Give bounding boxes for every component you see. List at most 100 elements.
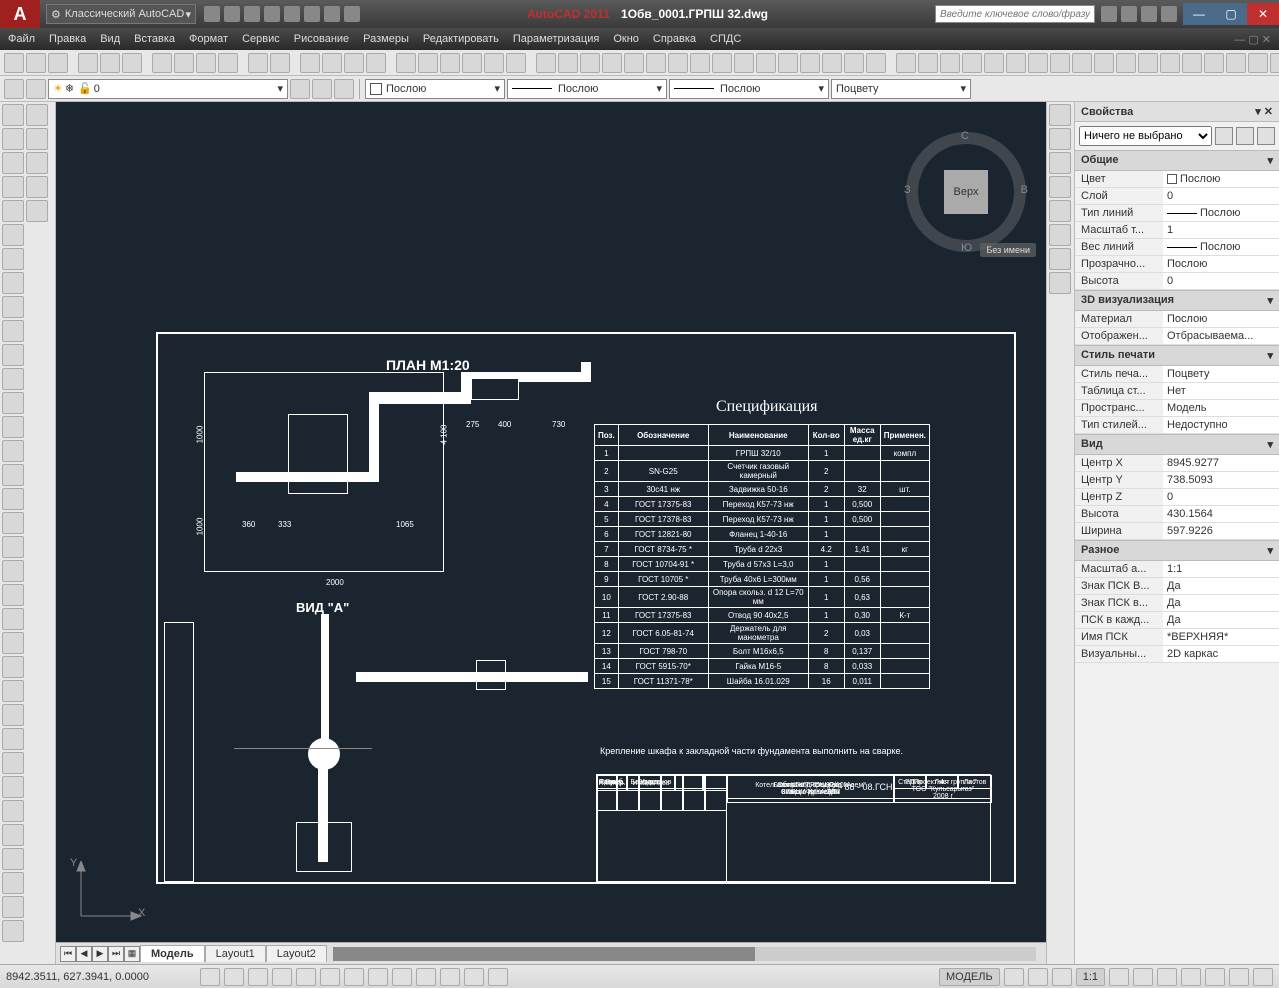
- close-button[interactable]: ✕: [1247, 3, 1279, 25]
- spds-r8[interactable]: [1049, 272, 1071, 294]
- osnap3d-button[interactable]: [320, 968, 340, 986]
- hatch2-button[interactable]: [2, 440, 24, 462]
- polygon-button[interactable]: [2, 176, 24, 198]
- spds6-button[interactable]: [26, 176, 48, 198]
- spds-r3[interactable]: [1049, 152, 1071, 174]
- status-layout-button[interactable]: [1004, 968, 1024, 986]
- pan-button[interactable]: [300, 53, 320, 73]
- offset-button[interactable]: [602, 53, 622, 73]
- plotstyle-combo[interactable]: Поцвету▾: [831, 79, 971, 99]
- dim-break-button[interactable]: [1138, 53, 1158, 73]
- saveas-icon[interactable]: [264, 6, 280, 22]
- color-combo[interactable]: Послою▾: [365, 79, 505, 99]
- prop-lineweight[interactable]: Вес линийПослою: [1075, 239, 1279, 256]
- linetype-combo[interactable]: Послою▾: [507, 79, 667, 99]
- toolpalettes-button[interactable]: [440, 53, 460, 73]
- dim-jogged-button[interactable]: [1226, 53, 1246, 73]
- dim-radius-button[interactable]: [984, 53, 1004, 73]
- stretch2-button[interactable]: [2, 776, 24, 798]
- save-icon[interactable]: [244, 6, 260, 22]
- spds2-button[interactable]: [2, 920, 24, 942]
- group-plot[interactable]: Стиль печати▾: [1075, 345, 1279, 366]
- menu-view[interactable]: Вид: [100, 33, 120, 45]
- designcenter-button[interactable]: [418, 53, 438, 73]
- prop-plotstype[interactable]: Тип стилей...Недоступно: [1075, 417, 1279, 434]
- region-button[interactable]: [2, 488, 24, 510]
- spds-r7[interactable]: [1049, 248, 1071, 270]
- menu-draw[interactable]: Рисование: [294, 33, 349, 45]
- prop-plotspace[interactable]: Пространс...Модель: [1075, 400, 1279, 417]
- spds1-button[interactable]: [2, 896, 24, 918]
- line-button[interactable]: [2, 104, 24, 126]
- viewcube-face[interactable]: Верх: [944, 170, 988, 214]
- prop-ucsb[interactable]: Знак ПСК в...Да: [1075, 595, 1279, 612]
- drawing-viewport[interactable]: ПЛАН М1:20 ВИД "А" Спецификация Креплени…: [56, 102, 1046, 964]
- group-general[interactable]: Общие▾: [1075, 150, 1279, 171]
- undo-icon[interactable]: [304, 6, 320, 22]
- qp-button[interactable]: [464, 968, 484, 986]
- prop-material[interactable]: МатериалПослою: [1075, 311, 1279, 328]
- properties-button[interactable]: [396, 53, 416, 73]
- tpy-button[interactable]: [440, 968, 460, 986]
- markup-button[interactable]: [484, 53, 504, 73]
- dim-angular-button[interactable]: [1028, 53, 1048, 73]
- prop-linetype[interactable]: Тип линийПослою: [1075, 205, 1279, 222]
- dim-tolerance-button[interactable]: [1160, 53, 1180, 73]
- tab-layout2[interactable]: Layout2: [266, 945, 327, 962]
- spds4-button[interactable]: [26, 128, 48, 150]
- spds-r2[interactable]: [1049, 128, 1071, 150]
- point-button[interactable]: [2, 416, 24, 438]
- scale-button[interactable]: [690, 53, 710, 73]
- redo-icon[interactable]: [324, 6, 340, 22]
- layer-match-button[interactable]: [334, 79, 354, 99]
- menu-format[interactable]: Формат: [189, 33, 228, 45]
- minimize-button[interactable]: —: [1183, 3, 1215, 25]
- gradient-button[interactable]: [2, 464, 24, 486]
- dim-baseline-button[interactable]: [1072, 53, 1092, 73]
- copy-button[interactable]: [174, 53, 194, 73]
- layer-iso-button[interactable]: [290, 79, 310, 99]
- trim-button[interactable]: [734, 53, 754, 73]
- workspace-select[interactable]: ⚙Классический AutoCAD▾: [46, 4, 196, 24]
- join-button[interactable]: [800, 53, 820, 73]
- viewcube-s[interactable]: Ю: [961, 242, 972, 254]
- chamfer-button[interactable]: [822, 53, 842, 73]
- sc-button[interactable]: [488, 968, 508, 986]
- prop-annoscale[interactable]: Масштаб а...1:1: [1075, 561, 1279, 578]
- menu-tools[interactable]: Сервис: [242, 33, 280, 45]
- addselected-button[interactable]: [2, 560, 24, 582]
- cut-button[interactable]: [152, 53, 172, 73]
- copy2-button[interactable]: [558, 53, 578, 73]
- plot-icon[interactable]: [284, 6, 300, 22]
- ws-switch-button[interactable]: [1157, 968, 1177, 986]
- panel-menu-icon[interactable]: ▾ ✕: [1255, 105, 1273, 118]
- erase-button[interactable]: [536, 53, 556, 73]
- break-button[interactable]: [778, 53, 798, 73]
- spds-r4[interactable]: [1049, 176, 1071, 198]
- layer-combo[interactable]: ☀❄🔓 0▾: [48, 79, 288, 99]
- viewcube-e[interactable]: В: [1021, 184, 1028, 196]
- selection-combo[interactable]: Ничего не выбрано: [1079, 126, 1212, 146]
- calc-button[interactable]: [506, 53, 526, 73]
- tablestyle-button[interactable]: [2, 848, 24, 870]
- prop-ucsB[interactable]: Знак ПСК В...Да: [1075, 578, 1279, 595]
- spds3-button[interactable]: [26, 104, 48, 126]
- plot-button[interactable]: [78, 53, 98, 73]
- isolate-button[interactable]: [1229, 968, 1249, 986]
- prop-width[interactable]: Ширина597.9226: [1075, 523, 1279, 540]
- grid-button[interactable]: [224, 968, 244, 986]
- dim-quick-button[interactable]: [1050, 53, 1070, 73]
- maximize-button[interactable]: ▢: [1215, 3, 1247, 25]
- zoomwin-button[interactable]: [344, 53, 364, 73]
- dim-linear-button[interactable]: [896, 53, 916, 73]
- coords-display[interactable]: 8942.3511, 627.3941, 0.0000: [6, 971, 196, 983]
- spds7-button[interactable]: [26, 200, 48, 222]
- prop-shadow[interactable]: Отображен...Отбрасываема...: [1075, 328, 1279, 345]
- tab-list[interactable]: ▦: [124, 946, 140, 962]
- ellipse-button[interactable]: [2, 320, 24, 342]
- lwt-button[interactable]: [416, 968, 436, 986]
- viewcube-w[interactable]: З: [904, 184, 911, 196]
- prop-thickness[interactable]: Высота0: [1075, 273, 1279, 290]
- toolbar-lock-button[interactable]: [1181, 968, 1201, 986]
- open-icon[interactable]: [224, 6, 240, 22]
